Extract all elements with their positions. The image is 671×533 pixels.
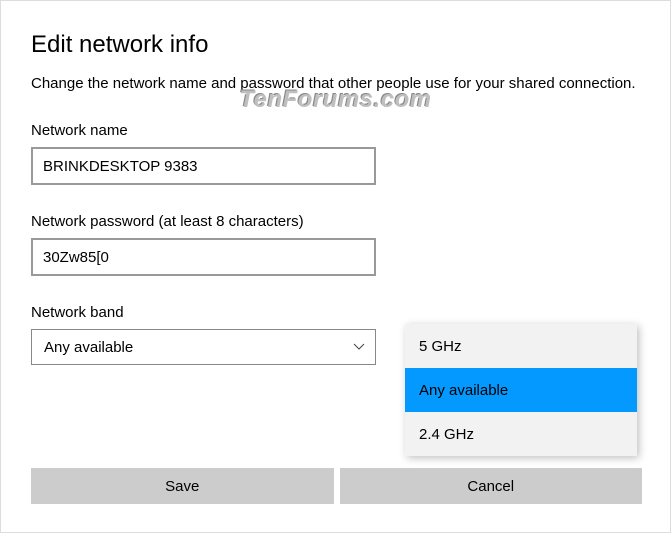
page-title: Edit network info — [31, 31, 640, 59]
network-band-select[interactable]: Any available — [31, 329, 376, 365]
dropdown-option-5ghz[interactable]: 5 GHz — [405, 324, 637, 368]
cancel-button[interactable]: Cancel — [340, 468, 643, 504]
network-password-group: Network password (at least 8 characters) — [31, 213, 640, 276]
save-button[interactable]: Save — [31, 468, 334, 504]
network-name-label: Network name — [31, 122, 640, 139]
button-row: Save Cancel — [31, 468, 642, 532]
network-band-label: Network band — [31, 304, 640, 321]
network-band-dropdown: 5 GHz Any available 2.4 GHz — [405, 324, 637, 456]
network-password-input[interactable] — [31, 238, 376, 276]
dropdown-option-24ghz[interactable]: 2.4 GHz — [405, 412, 637, 456]
network-name-input[interactable] — [31, 147, 376, 185]
chevron-down-icon — [353, 343, 365, 351]
page-description: Change the network name and password tha… — [31, 73, 640, 94]
network-band-value: Any available — [44, 339, 133, 356]
network-name-group: Network name — [31, 122, 640, 185]
dropdown-option-any[interactable]: Any available — [405, 368, 637, 412]
network-password-label: Network password (at least 8 characters) — [31, 213, 640, 230]
